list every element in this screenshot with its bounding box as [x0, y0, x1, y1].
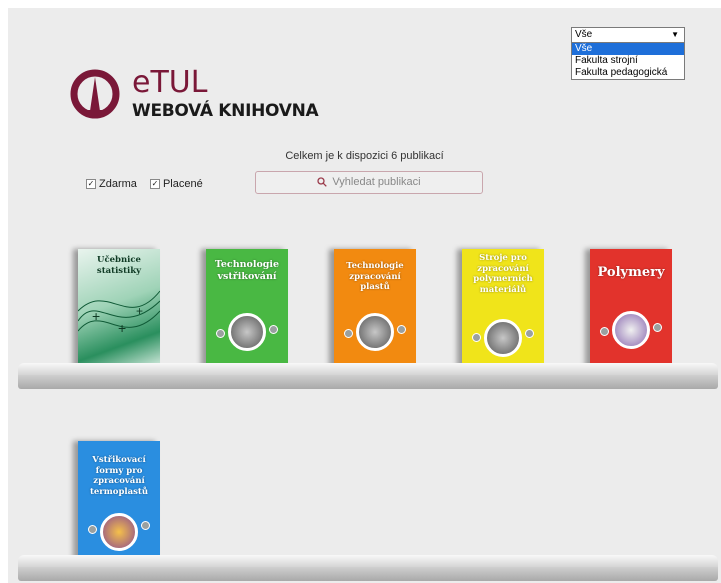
book-injection-technology[interactable]: Technologie vstřikování: [206, 249, 288, 369]
book-polymer-machines[interactable]: Stroje pro zpracování polymerních materi…: [462, 249, 544, 369]
book-title: Učebnice statistiky: [96, 255, 142, 276]
filter-free-label: Zdarma: [99, 178, 137, 190]
cover-dot: [653, 323, 662, 332]
book-cover-image: [484, 319, 522, 357]
cover-dot: [472, 333, 481, 342]
filter-free[interactable]: ✓ Zdarma: [86, 178, 137, 190]
faculty-options-list: Vše Fakulta strojní Fakulta pedagogická: [571, 43, 685, 80]
cover-dot: [141, 521, 150, 530]
cover-dot: [216, 329, 225, 338]
book-cover-image: [356, 313, 394, 351]
book-title: Vstřikovací formy pro zpracování termopl…: [89, 455, 149, 497]
cover-dot: [397, 325, 406, 334]
bookshelf-2: [18, 555, 718, 581]
logo-title: eTUL: [132, 65, 208, 100]
faculty-dropdown[interactable]: Vše ▼ Vše Fakulta strojní Fakulta pedago…: [571, 27, 685, 80]
book-injection-molds[interactable]: Vstřikovací formy pro zpracování termopl…: [78, 441, 160, 561]
book-title: Technologie vstřikování: [214, 259, 280, 282]
cover-dot: [600, 327, 609, 336]
cover-dot: [269, 325, 278, 334]
book-polymers[interactable]: Polymery: [590, 249, 672, 369]
book-cover-image: [612, 311, 650, 349]
book-title: Polymery: [597, 265, 665, 280]
svg-text:+: +: [118, 320, 126, 336]
dropdown-arrow-icon: ▼: [671, 30, 679, 39]
price-filters: ✓ Zdarma ✓ Placené: [86, 178, 213, 190]
book-cover-image: [100, 513, 138, 551]
filter-paid-label: Placené: [162, 178, 203, 190]
cover-dot: [88, 525, 97, 534]
book-cover-image: [228, 313, 266, 351]
publication-count: Celkem je k dispozici 6 publikací: [285, 150, 444, 162]
cover-dot: [525, 329, 534, 338]
search-input[interactable]: Vyhledat publikaci: [255, 171, 483, 194]
faculty-option-pedagogical[interactable]: Fakulta pedagogická: [572, 67, 684, 79]
tul-logo-icon: [70, 69, 120, 119]
filter-paid[interactable]: ✓ Placené: [149, 178, 203, 190]
bookshelf-1: [18, 363, 718, 389]
faculty-option-all[interactable]: Vše: [572, 43, 684, 55]
svg-text:+: +: [136, 304, 143, 318]
faculty-select[interactable]: Vše ▼: [571, 27, 685, 43]
free-checkbox[interactable]: ✓: [86, 179, 96, 189]
statistics-graph-decoration: + + +: [78, 290, 160, 336]
search-icon: [317, 177, 328, 187]
book-title: Technologie zpracování plastů: [346, 261, 404, 293]
library-page: Vše ▼ Vše Fakulta strojní Fakulta pedago…: [8, 8, 721, 583]
paid-checkbox[interactable]: ✓: [149, 179, 160, 189]
faculty-select-value: Vše: [575, 29, 593, 40]
cover-dot: [344, 329, 353, 338]
svg-text:+: +: [92, 308, 100, 324]
book-statistics[interactable]: + + + Učebnice statistiky: [78, 249, 160, 369]
book-title: Stroje pro zpracování polymerních materi…: [473, 253, 533, 295]
book-plastics-processing[interactable]: Technologie zpracování plastů: [334, 249, 416, 369]
faculty-option-mechanical[interactable]: Fakulta strojní: [572, 55, 684, 67]
search-placeholder: Vyhledat publikaci: [332, 176, 421, 188]
logo-subtitle: WEBOVÁ KNIHOVNA: [132, 101, 319, 121]
